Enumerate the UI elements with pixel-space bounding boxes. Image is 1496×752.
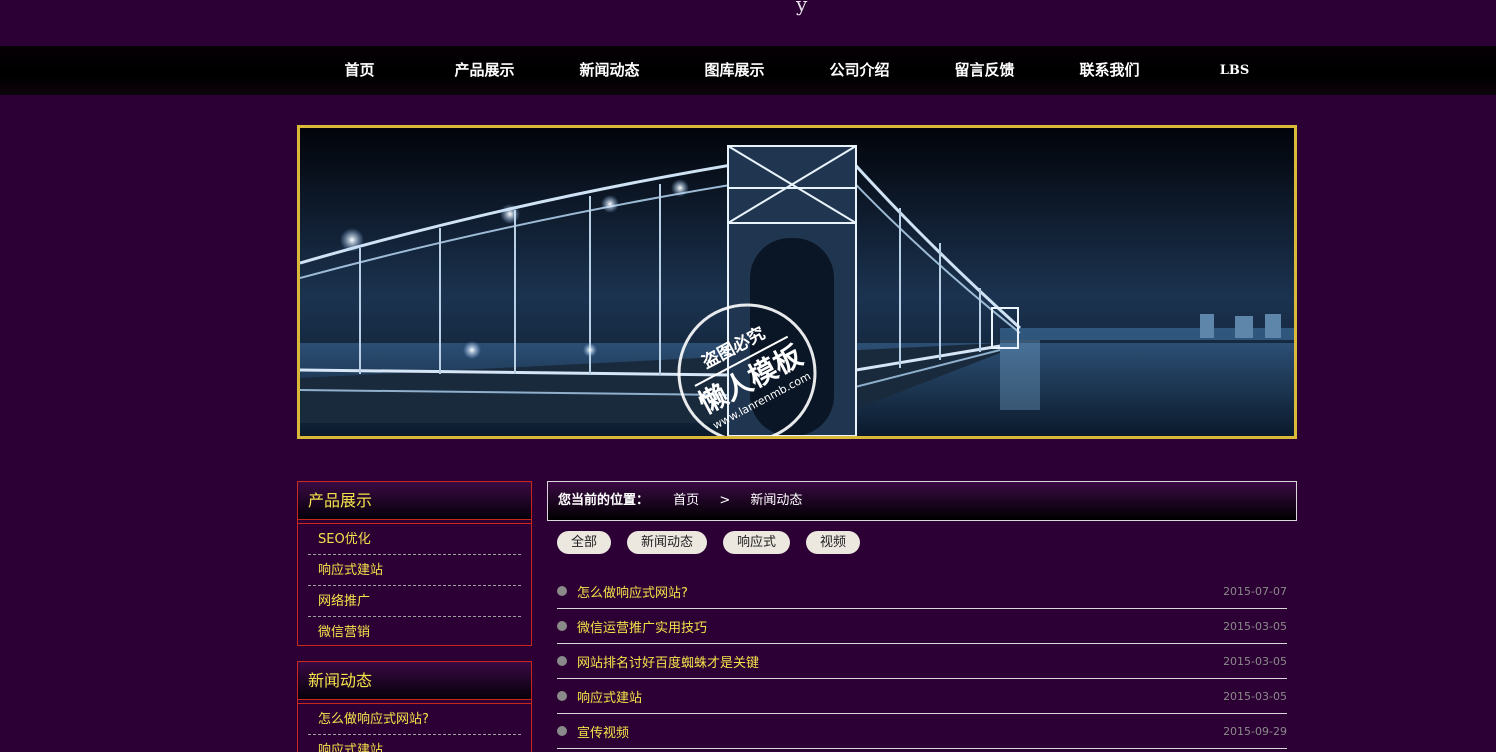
sidebar-product-item[interactable]: SEO优化 xyxy=(308,524,521,555)
news-row[interactable]: 怎么做响应式网站? 2015-07-07 xyxy=(557,574,1287,609)
filter-news[interactable]: 新闻动态 xyxy=(627,531,708,554)
news-row[interactable]: 微信运营推广实用技巧 2015-03-05 xyxy=(557,609,1287,644)
bullet-icon xyxy=(557,621,567,631)
bridge-night-image: 盗图必究 懒人模板 www.lanrenmb.com xyxy=(300,128,1294,436)
news-title[interactable]: 宣传视频 xyxy=(577,722,1223,741)
breadcrumb: 您当前的位置： 首页 > 新闻动态 xyxy=(547,481,1297,521)
filter-video[interactable]: 视频 xyxy=(806,531,861,554)
news-date: 2015-07-07 xyxy=(1223,584,1287,598)
sidebar-product-item[interactable]: 微信营销 xyxy=(308,617,521,648)
category-filter: 全部 新闻动态 响应式 视频 xyxy=(557,531,876,554)
news-row[interactable]: 宣传视频 2015-09-29 xyxy=(557,714,1287,749)
sidebar-product-item[interactable]: 网络推广 xyxy=(308,586,521,617)
nav-item-news[interactable]: 新闻动态 xyxy=(547,46,672,95)
news-row[interactable]: 网站排名讨好百度蜘蛛才是关键 2015-03-05 xyxy=(557,644,1287,679)
bullet-icon xyxy=(557,726,567,736)
news-list: 怎么做响应式网站? 2015-07-07 微信运营推广实用技巧 2015-03-… xyxy=(557,574,1287,749)
sidebar-news-item[interactable]: 响应式建站 xyxy=(308,735,521,752)
hero-banner: 盗图必究 懒人模板 www.lanrenmb.com xyxy=(297,125,1297,439)
nav-item-gallery[interactable]: 图库展示 xyxy=(672,46,797,95)
sidebar-news: 新闻动态 怎么做响应式网站? 响应式建站 xyxy=(297,661,532,752)
breadcrumb-label: 您当前的位置： xyxy=(558,493,650,508)
news-date: 2015-03-05 xyxy=(1223,619,1287,633)
news-row[interactable]: 响应式建站 2015-03-05 xyxy=(557,679,1287,714)
logo-fragment: y xyxy=(796,0,808,16)
news-title[interactable]: 微信运营推广实用技巧 xyxy=(577,617,1223,636)
news-date: 2015-09-29 xyxy=(1223,724,1287,738)
nav-item-feedback[interactable]: 留言反馈 xyxy=(922,46,1047,95)
nav-item-home[interactable]: 首页 xyxy=(297,46,422,95)
nav-item-contact[interactable]: 联系我们 xyxy=(1047,46,1172,95)
breadcrumb-separator: > xyxy=(719,493,731,508)
filter-responsive[interactable]: 响应式 xyxy=(723,531,791,554)
main-nav: 首页 产品展示 新闻动态 图库展示 公司介绍 留言反馈 联系我们 LBS xyxy=(0,46,1496,95)
sidebar-product-item[interactable]: 响应式建站 xyxy=(308,555,521,586)
sidebar-products: 产品展示 SEO优化 响应式建站 网络推广 微信营销 xyxy=(297,481,532,646)
breadcrumb-current: 新闻动态 xyxy=(750,493,803,508)
sidebar-news-title: 新闻动态 xyxy=(298,662,531,700)
nav-item-lbs[interactable]: LBS xyxy=(1172,46,1297,95)
news-title[interactable]: 网站排名讨好百度蜘蛛才是关键 xyxy=(577,652,1223,671)
bullet-icon xyxy=(557,691,567,701)
nav-item-products[interactable]: 产品展示 xyxy=(422,46,547,95)
news-date: 2015-03-05 xyxy=(1223,689,1287,703)
sidebar-news-item[interactable]: 怎么做响应式网站? xyxy=(308,704,521,735)
sidebar-products-title: 产品展示 xyxy=(298,482,531,520)
nav-item-about[interactable]: 公司介绍 xyxy=(797,46,922,95)
news-title[interactable]: 响应式建站 xyxy=(577,687,1223,706)
filter-all[interactable]: 全部 xyxy=(557,531,612,554)
bullet-icon xyxy=(557,586,567,596)
bullet-icon xyxy=(557,656,567,666)
news-date: 2015-03-05 xyxy=(1223,654,1287,668)
news-title[interactable]: 怎么做响应式网站? xyxy=(577,582,1223,601)
breadcrumb-home-link[interactable]: 首页 xyxy=(673,493,699,508)
